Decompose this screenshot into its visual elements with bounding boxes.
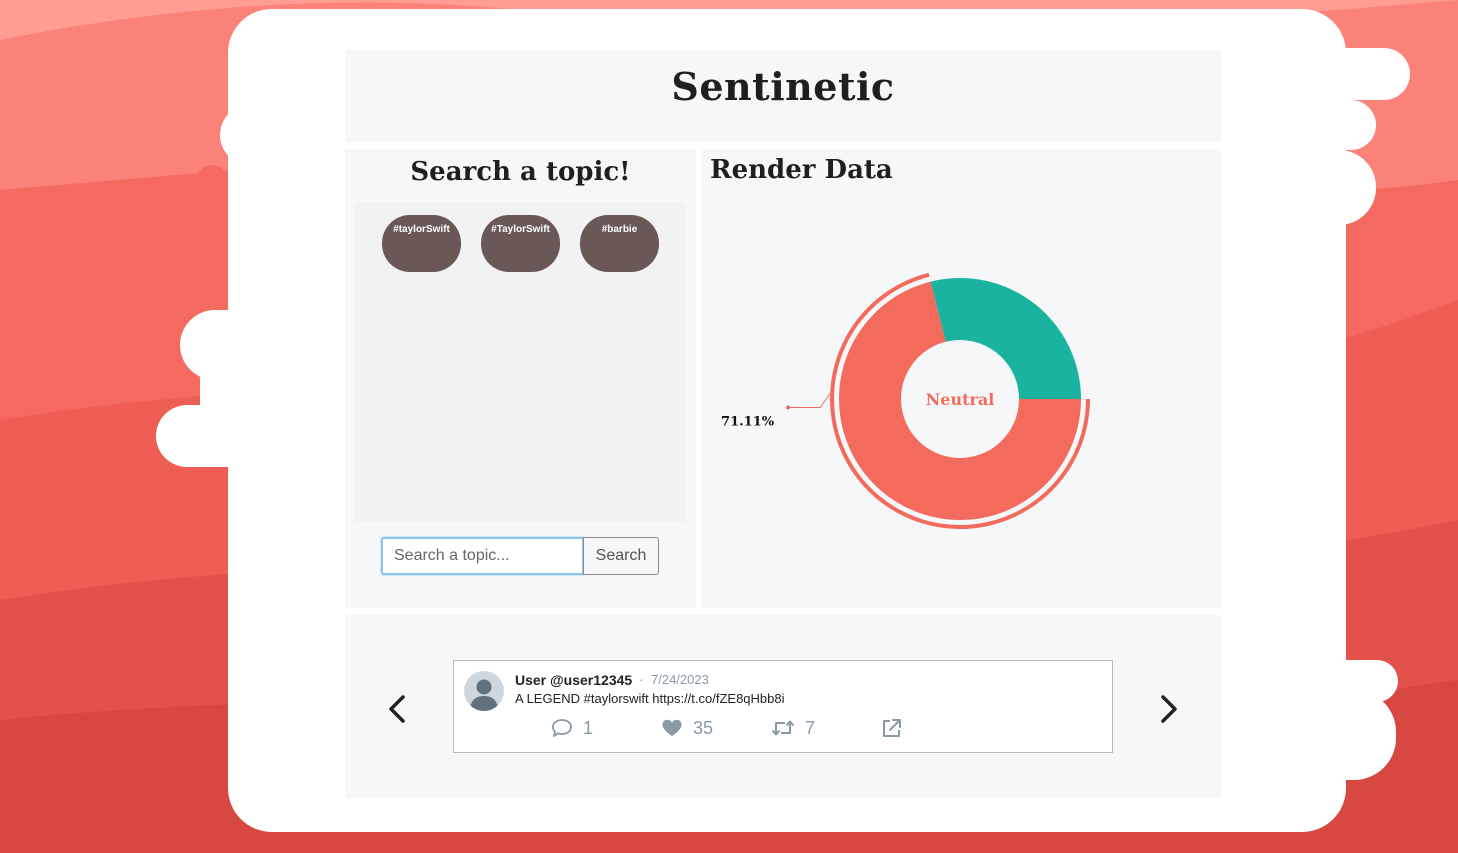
chevron-right-icon[interactable]: [1153, 691, 1183, 727]
search-panel: Search a topic! #taylorSwift #TaylorSwif…: [345, 149, 696, 608]
topic-chip-taylorswift[interactable]: #taylorSwift: [382, 215, 461, 272]
like-count: 35: [693, 717, 714, 738]
sentiment-donut-chart: Neutral 71.11%: [721, 272, 1090, 529]
heart-icon: [662, 719, 682, 736]
topic-chip-barbie[interactable]: #barbie: [580, 215, 659, 272]
retweet-count: 7: [805, 717, 816, 738]
reply-count: 1: [583, 717, 594, 738]
tweet-card: User @user12345 · 7/24/2023 A LEGEND #ta…: [453, 660, 1113, 753]
tweet-carousel: User @user12345 · 7/24/2023 A LEGEND #ta…: [345, 615, 1221, 798]
chevron-left-icon[interactable]: [383, 691, 413, 727]
tweet-text: A LEGEND #taylorswift https://t.co/fZE8q…: [515, 691, 785, 706]
annotation-dot: [786, 405, 791, 410]
topic-list: #taylorSwift #TaylorSwift #barbie: [355, 202, 685, 522]
donut-percent-label: 71.11%: [721, 414, 775, 429]
donut-slice-1[interactable]: [930, 278, 1081, 399]
search-heading: Search a topic!: [410, 157, 631, 187]
app-title: Sentinetic: [671, 64, 895, 109]
render-panel: Render Data Neutral 71.11%: [702, 149, 1221, 608]
tweet-date[interactable]: 7/24/2023: [651, 672, 709, 687]
tweet-separator: ·: [639, 672, 644, 687]
search-button[interactable]: Search: [583, 537, 659, 575]
topic-chip-taylorswift-caps[interactable]: #TaylorSwift: [481, 215, 560, 272]
header-panel: Sentinetic: [345, 50, 1221, 142]
tweet-username[interactable]: User @user12345: [515, 672, 632, 688]
user-avatar-icon: [470, 679, 498, 711]
retweet-action[interactable]: 7: [771, 716, 815, 740]
retweet-icon: [771, 720, 795, 736]
reply-icon: [552, 719, 572, 737]
donut-center-label: Neutral: [926, 390, 995, 409]
reply-action[interactable]: 1: [551, 716, 593, 740]
annotation-leader-line: [788, 393, 831, 408]
like-action[interactable]: 35: [661, 716, 713, 740]
share-action[interactable]: [881, 716, 913, 740]
avatar: [464, 671, 504, 711]
search-input[interactable]: [381, 537, 584, 575]
share-icon: [883, 719, 901, 737]
